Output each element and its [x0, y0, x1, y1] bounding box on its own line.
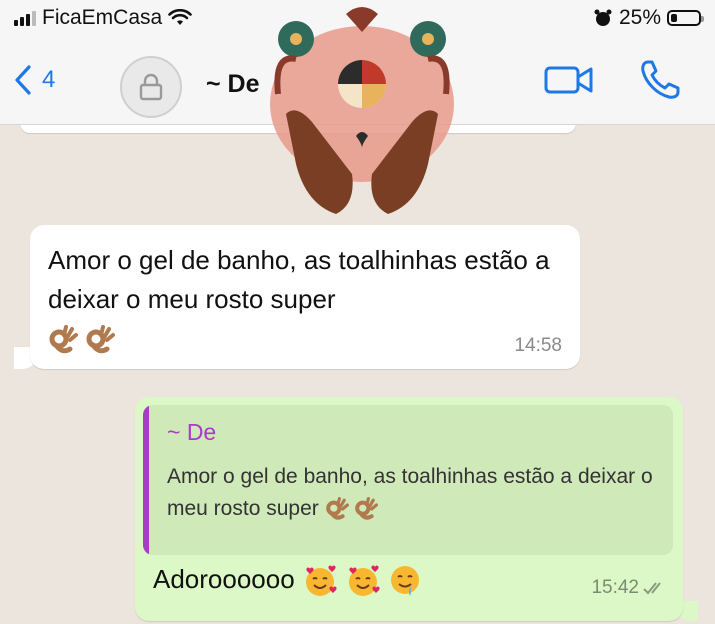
smiling-face-with-hearts-emoji-icon: [349, 565, 380, 596]
ok-hand-emoji-icon: [355, 497, 379, 521]
message-time: 14:58: [514, 335, 562, 356]
message-text: Adoroooooo: [153, 563, 422, 599]
video-call-icon[interactable]: [544, 62, 594, 98]
ok-hand-emoji-icon: [49, 325, 78, 354]
lock-icon: [139, 73, 163, 101]
wifi-icon: [168, 9, 193, 25]
message-time: 15:42: [591, 577, 667, 599]
quote-bar: [143, 405, 149, 555]
battery-percent: 25%: [618, 6, 661, 29]
quote-text: Amor o gel de banho, as toalhinhas estão…: [167, 465, 653, 521]
back-button[interactable]: 4: [14, 64, 55, 96]
signal-icon: [14, 10, 36, 26]
unread-count: 4: [42, 66, 56, 93]
alarm-icon: [594, 9, 612, 26]
quote-author: ~ De: [167, 419, 217, 445]
chevron-left-icon: [15, 65, 31, 95]
message-bubble-outgoing[interactable]: ~ De Amor o gel de banho, as toalhinhas …: [135, 397, 683, 621]
double-check-icon: [643, 582, 661, 595]
carrier-name: FicaEmCasa: [42, 6, 163, 29]
contact-name[interactable]: ~ De: [206, 70, 260, 99]
smiling-face-with-hearts-emoji-icon: [305, 565, 337, 596]
drooling-face-emoji-icon: [391, 566, 420, 596]
sticker-image[interactable]: [256, 4, 468, 222]
ok-hand-emoji-icon: [325, 497, 349, 521]
quoted-message[interactable]: ~ De Amor o gel de banho, as toalhinhas …: [143, 405, 673, 555]
avatar[interactable]: [120, 56, 182, 118]
message-text: Amor o gel de banho, as toalhinhas estão…: [48, 241, 568, 358]
message-bubble-incoming[interactable]: Amor o gel de banho, as toalhinhas estão…: [30, 225, 580, 369]
ok-hand-emoji-icon: [86, 325, 116, 354]
battery-icon: [667, 10, 704, 26]
phone-call-icon[interactable]: [638, 58, 682, 102]
